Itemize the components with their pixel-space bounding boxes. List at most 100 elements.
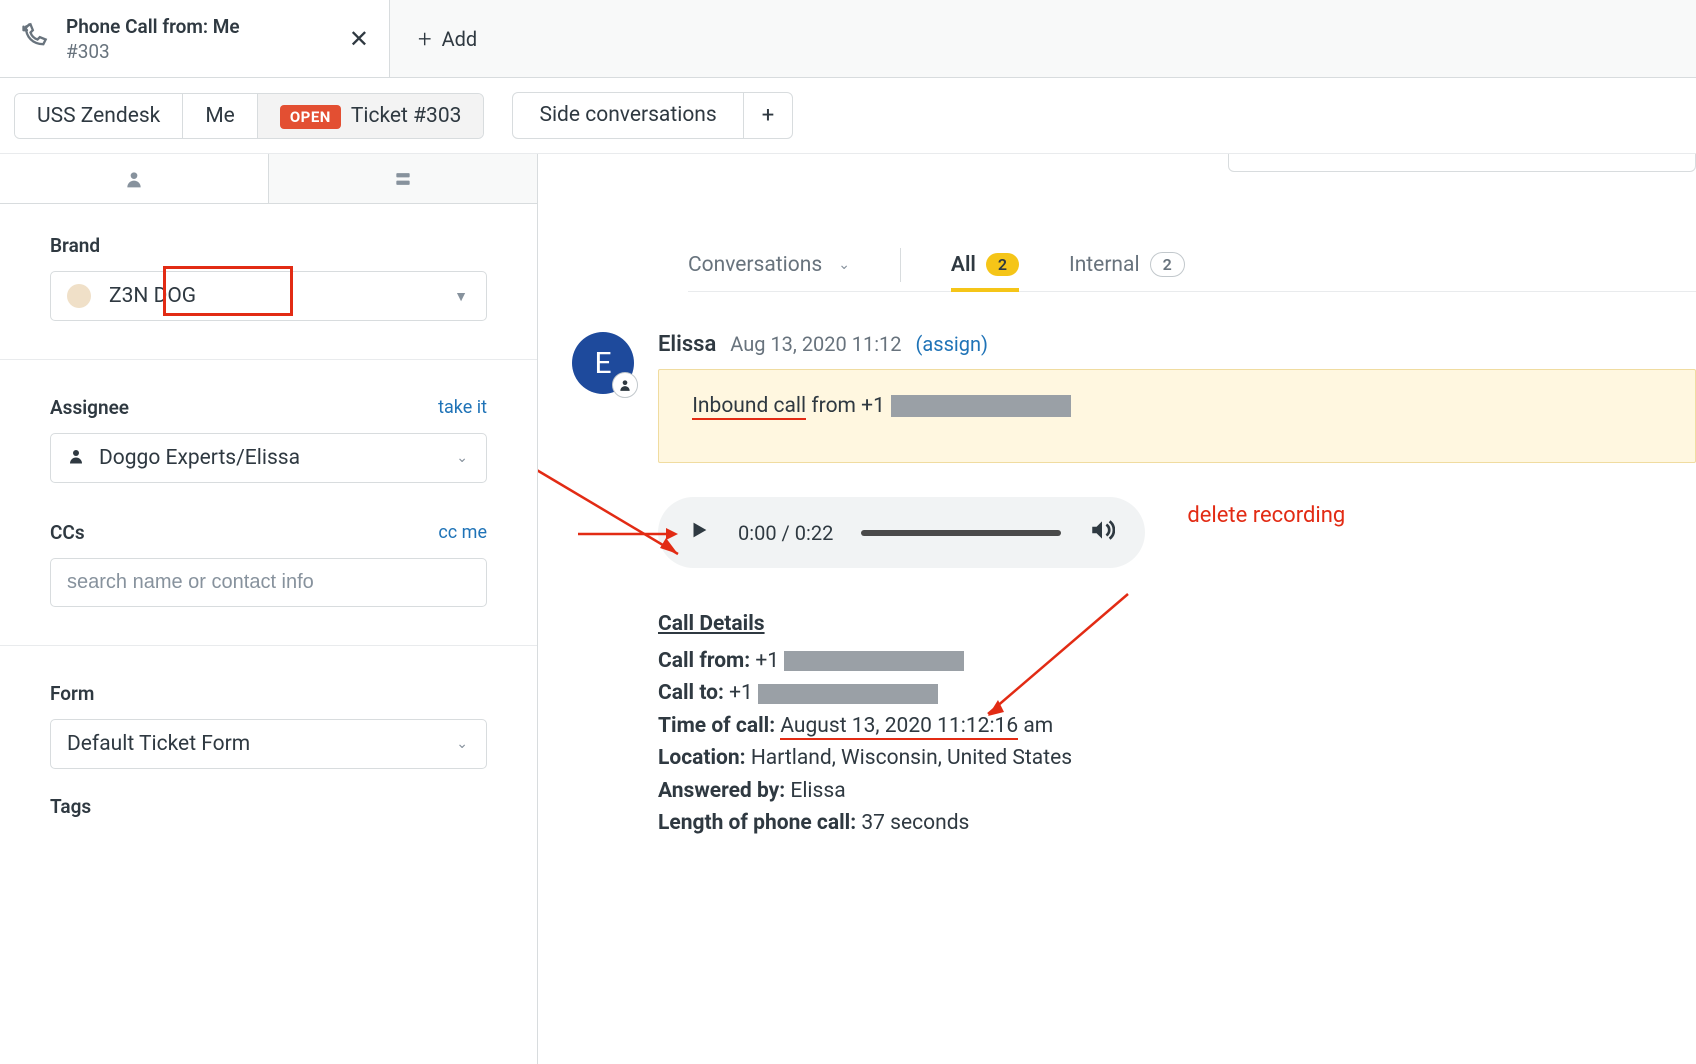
ccs-section: CCs cc me xyxy=(50,521,487,607)
breadcrumb-org[interactable]: USS Zendesk xyxy=(15,94,183,138)
chevron-down-icon: ⌄ xyxy=(456,736,468,752)
length-value: 37 seconds xyxy=(856,811,969,835)
chevron-down-icon: ⌄ xyxy=(838,257,850,273)
conversations-label: Conversations xyxy=(688,253,822,277)
breadcrumb-user[interactable]: Me xyxy=(183,94,257,138)
breadcrumb-group: USS Zendesk Me OPEN Ticket #303 xyxy=(14,93,484,139)
tags-section: Tags xyxy=(50,795,487,818)
sidebar-tab-user[interactable] xyxy=(0,154,269,203)
assignee-label: Assignee xyxy=(50,396,129,419)
call-to-prefix: +1 xyxy=(724,681,758,705)
side-conversations-button[interactable]: Side conversations xyxy=(513,93,743,138)
side-conversations: Side conversations + xyxy=(512,92,793,139)
tab-all-count: 2 xyxy=(986,253,1019,276)
tags-label: Tags xyxy=(50,795,91,818)
answered-value: Elissa xyxy=(785,779,845,803)
sidebar-tab-details[interactable] xyxy=(269,154,537,203)
breadcrumb-ticket[interactable]: OPEN Ticket #303 xyxy=(258,94,484,138)
answered-label: Answered by: xyxy=(658,779,785,803)
redacted-phone xyxy=(758,684,938,704)
assign-link[interactable]: (assign) xyxy=(916,332,988,356)
form-select[interactable]: Default Ticket Form ⌄ xyxy=(50,719,487,769)
conversation-header: Elissa Aug 13, 2020 11:12 (assign) xyxy=(658,332,1696,357)
sidebar: Brand Z3N DOG ▼ Assignee take it xyxy=(0,154,538,1064)
brand-avatar-icon xyxy=(67,284,91,308)
add-tab-button[interactable]: + Add xyxy=(390,25,505,53)
brand-select[interactable]: Z3N DOG ▼ xyxy=(50,271,487,321)
brand-value: Z3N DOG xyxy=(109,284,196,308)
note-box: Inbound call from +1 xyxy=(658,369,1696,463)
divider xyxy=(0,359,537,360)
tab-internal-label: Internal xyxy=(1069,253,1140,277)
ccs-label: CCs xyxy=(50,521,85,544)
time-row: Time of call: August 13, 2020 11:12:16 a… xyxy=(658,710,1696,743)
delete-recording-link[interactable]: delete recording xyxy=(1187,503,1345,528)
take-it-link[interactable]: take it xyxy=(438,397,487,418)
volume-icon[interactable] xyxy=(1089,517,1115,548)
status-badge: OPEN xyxy=(280,105,341,129)
divider xyxy=(900,248,901,282)
avatar-initial: E xyxy=(594,346,611,381)
assignee-select[interactable]: Doggo Experts/Elissa ⌄ xyxy=(50,433,487,483)
sidebar-tabs xyxy=(0,154,537,204)
length-label: Length of phone call: xyxy=(658,811,856,835)
redacted-phone xyxy=(891,395,1071,417)
time-suffix: am xyxy=(1018,714,1053,738)
partial-panel xyxy=(1228,154,1696,172)
audio-track[interactable] xyxy=(861,530,1061,536)
timestamp: Aug 13, 2020 11:12 xyxy=(730,332,901,356)
audio-player[interactable]: 0:00 / 0:22 xyxy=(658,497,1145,568)
assignee-section: Assignee take it Doggo Experts/Elissa ⌄ xyxy=(50,396,487,483)
plus-icon: + xyxy=(418,25,432,53)
answered-row: Answered by: Elissa xyxy=(658,775,1696,808)
play-icon[interactable] xyxy=(688,519,710,546)
conversation: E Elissa Aug 13, 2020 11:12 (assign) Inb… xyxy=(538,332,1696,840)
location-value: Hartland, Wisconsin, United States xyxy=(746,746,1072,770)
call-from-prefix: +1 xyxy=(750,649,784,673)
inbound-call-underlined: Inbound call xyxy=(692,394,806,420)
inbound-from: from +1 xyxy=(806,394,885,418)
audio-time: 0:00 / 0:22 xyxy=(738,521,833,545)
call-details: Call Details Call from: +1 Call to: +1 T… xyxy=(658,608,1696,840)
conversations-dropdown[interactable]: Conversations ⌄ xyxy=(688,239,850,291)
sidebar-content: Brand Z3N DOG ▼ Assignee take it xyxy=(0,204,537,838)
author-name: Elissa xyxy=(658,332,716,357)
call-from-row: Call from: +1 xyxy=(658,645,1696,678)
tab-subtitle: #303 xyxy=(66,40,240,63)
form-section: Form Default Ticket Form ⌄ xyxy=(50,682,487,769)
tab-all[interactable]: All 2 xyxy=(951,239,1019,291)
tab-title: Phone Call from: Me xyxy=(66,15,240,38)
ticket-tab[interactable]: Phone Call from: Me #303 ✕ xyxy=(0,0,390,77)
side-conversations-add-button[interactable]: + xyxy=(744,93,792,138)
avatar: E xyxy=(572,332,634,394)
form-value: Default Ticket Form xyxy=(67,732,250,756)
chevron-down-icon: ▼ xyxy=(454,288,468,305)
location-row: Location: Hartland, Wisconsin, United St… xyxy=(658,742,1696,775)
time-value: August 13, 2020 11:12:16 xyxy=(780,714,1018,740)
user-icon xyxy=(67,447,85,470)
location-label: Location: xyxy=(658,746,746,770)
add-label: Add xyxy=(442,27,478,51)
cc-me-link[interactable]: cc me xyxy=(438,522,487,543)
redacted-phone xyxy=(784,651,964,671)
call-to-label: Call to: xyxy=(658,681,724,705)
divider xyxy=(0,645,537,646)
form-label: Form xyxy=(50,682,94,705)
tab-text: Phone Call from: Me #303 xyxy=(66,15,240,63)
brand-section: Brand Z3N DOG ▼ xyxy=(50,234,487,321)
length-row: Length of phone call: 37 seconds xyxy=(658,807,1696,840)
avatar-badge-icon xyxy=(612,372,638,398)
chevron-down-icon: ⌄ xyxy=(456,450,468,466)
ccs-input[interactable] xyxy=(50,558,487,607)
tab-all-label: All xyxy=(951,253,976,277)
call-to-row: Call to: +1 xyxy=(658,677,1696,710)
assignee-value: Doggo Experts/Elissa xyxy=(99,446,300,470)
ticket-label: Ticket #303 xyxy=(351,104,462,128)
audio-row: 0:00 / 0:22 delete recording xyxy=(658,463,1696,568)
tab-internal-count: 2 xyxy=(1150,252,1185,277)
tab-internal[interactable]: Internal 2 xyxy=(1069,238,1185,291)
call-details-header: Call Details xyxy=(658,608,765,641)
close-icon[interactable]: ✕ xyxy=(349,25,369,53)
content: Conversations ⌄ All 2 Internal 2 E xyxy=(538,154,1696,1064)
conversation-tabs: Conversations ⌄ All 2 Internal 2 xyxy=(688,238,1696,292)
